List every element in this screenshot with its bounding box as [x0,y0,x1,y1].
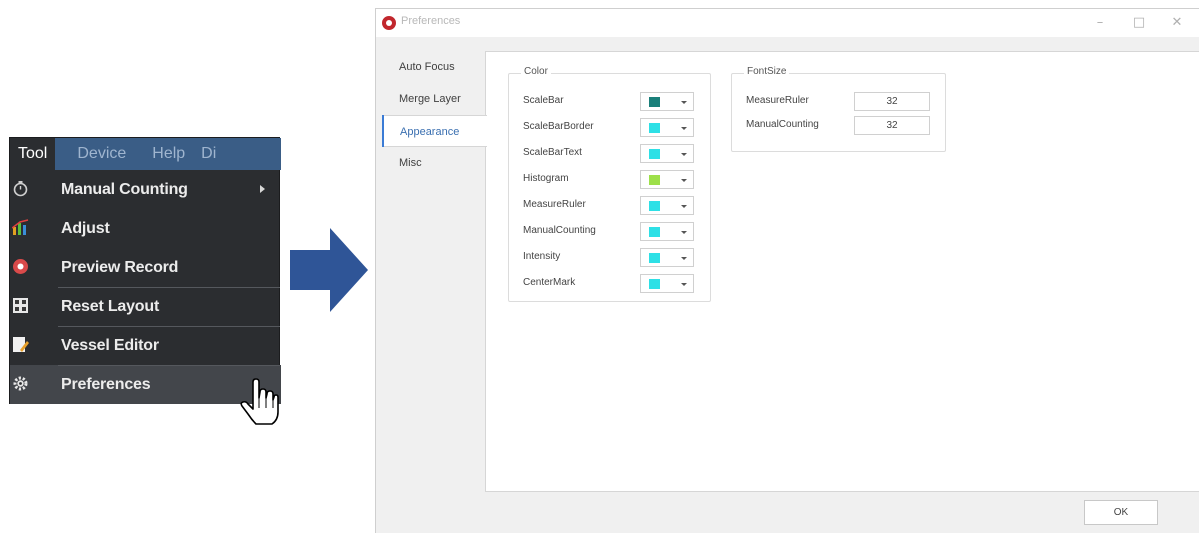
dropdown-caret-icon [681,257,687,260]
color-label: ScaleBarText [523,147,582,158]
appearance-panel: Color ScaleBar ScaleBarBorder ScaleBarTe… [485,51,1199,492]
menu-separator [58,287,280,288]
color-picker-scalebarborder[interactable] [640,118,694,137]
color-label: Histogram [523,173,569,184]
font-size-input-measureruler[interactable]: 32 [854,92,930,111]
color-picker-centermark[interactable] [640,274,694,293]
menu-item-vessel-editor[interactable]: Vessel Editor [10,326,281,365]
color-row-measureruler: MeasureRuler [523,196,703,216]
font-label: MeasureRuler [746,95,809,106]
color-row-scalebartext: ScaleBarText [523,144,703,164]
tool-menu-panel: Tool Device Help Di Manual Counting Adju… [9,137,281,404]
font-size-input-manualcounting[interactable]: 32 [854,116,930,135]
color-swatch [649,227,660,237]
color-swatch [649,253,660,263]
font-row-measureruler: MeasureRuler 32 [746,92,946,112]
tab-auto-focus[interactable]: Auto Focus [382,51,486,83]
menu-item-label: Preferences [61,376,151,393]
menu-item-label: Reset Layout [61,298,160,315]
tab-misc[interactable]: Misc [382,147,486,179]
color-label: ScaleBar [523,95,564,106]
preferences-tabs: Auto Focus Merge Layer Appearance Misc [382,51,487,179]
dropdown-caret-icon [681,179,687,182]
ok-button[interactable]: OK [1084,500,1158,525]
tab-appearance[interactable]: Appearance [382,115,487,147]
color-picker-manualcounting[interactable] [640,222,694,241]
tab-merge-layer[interactable]: Merge Layer [382,83,486,115]
dropdown-caret-icon [681,205,687,208]
submenu-arrow-icon [260,185,265,193]
dropdown-caret-icon [681,101,687,104]
color-swatch [649,149,660,159]
menu-item-preview-record[interactable]: Preview Record [10,248,281,287]
dialog-title: Preferences [401,15,461,27]
preferences-dialog: Preferences – □ ✕ Auto Focus Merge Layer… [375,8,1199,533]
color-row-histogram: Histogram [523,170,703,190]
color-swatch [649,201,660,211]
dropdown-caret-icon [681,283,687,286]
minimize-icon[interactable]: – [1090,13,1110,33]
right-arrow-icon [290,228,368,312]
maximize-icon[interactable]: □ [1129,13,1149,33]
close-icon[interactable]: ✕ [1167,13,1187,33]
adjust-icon [12,219,29,235]
color-picker-scalebartext[interactable] [640,144,694,163]
color-group-title: Color [521,66,551,77]
dropdown-caret-icon [681,127,687,130]
color-label: CenterMark [523,277,576,288]
color-row-centermark: CenterMark [523,274,703,294]
menu-item-label: Vessel Editor [61,337,159,354]
menubar-item-di[interactable]: Di [195,138,226,170]
dropdown-caret-icon [681,231,687,234]
menu-item-label: Preview Record [61,259,179,276]
color-picker-scalebar[interactable] [640,92,694,111]
dropdown-caret-icon [681,153,687,156]
menu-item-adjust[interactable]: Adjust [10,209,281,248]
color-label: ManualCounting [523,225,596,236]
menubar-item-help[interactable]: Help [136,138,195,170]
fontsize-groupbox: FontSize MeasureRuler 32 ManualCounting … [731,66,946,152]
layout-icon [13,298,28,313]
gear-icon [13,376,28,391]
menubar-item-device[interactable]: Device [55,138,136,170]
menu-item-label: Adjust [61,220,110,237]
color-label: MeasureRuler [523,199,586,210]
color-label: Intensity [523,251,561,262]
color-row-scalebar: ScaleBar [523,92,703,112]
hand-cursor-icon [240,378,279,425]
font-row-manualcounting: ManualCounting 32 [746,116,946,136]
color-picker-intensity[interactable] [640,248,694,267]
color-swatch [649,97,660,107]
color-row-intensity: Intensity [523,248,703,268]
menu-separator [58,326,280,327]
color-swatch [649,175,660,185]
menu-item-manual-counting[interactable]: Manual Counting [10,170,281,209]
color-swatch [649,279,660,289]
color-picker-histogram[interactable] [640,170,694,189]
app-logo-icon [382,16,396,30]
vessel-editor-icon [13,337,29,352]
menu-item-label: Manual Counting [61,181,188,198]
color-row-manualcounting: ManualCounting [523,222,703,242]
font-label: ManualCounting [746,119,819,130]
fontsize-group-title: FontSize [744,66,790,77]
record-icon [13,259,28,274]
color-picker-measureruler[interactable] [640,196,694,215]
arrow-shape [290,228,368,312]
dialog-titlebar: Preferences – □ ✕ [376,9,1199,37]
menubar: Tool Device Help Di [10,138,281,170]
timer-icon [13,181,28,197]
menu-item-reset-layout[interactable]: Reset Layout [10,287,281,326]
menubar-item-tool[interactable]: Tool [10,138,56,170]
menu-separator [58,365,280,366]
color-swatch [649,123,660,133]
color-label: ScaleBarBorder [523,121,594,132]
color-row-scalebarborder: ScaleBarBorder [523,118,703,138]
color-groupbox: Color ScaleBar ScaleBarBorder ScaleBarTe… [508,66,711,302]
